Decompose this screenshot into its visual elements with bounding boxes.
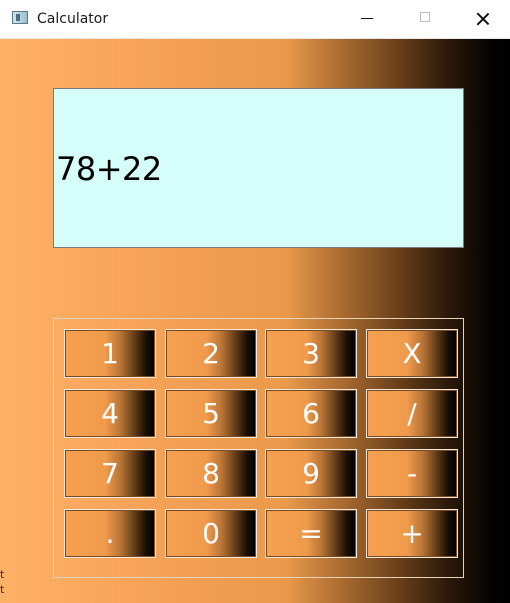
keypad: 1 2 3 X 4 5 6 / 7 8 9 - . 0 = + bbox=[53, 318, 464, 578]
key-6[interactable]: 6 bbox=[265, 389, 357, 438]
key-4[interactable]: 4 bbox=[64, 389, 156, 438]
key-subtract[interactable]: - bbox=[366, 449, 458, 498]
key-7[interactable]: 7 bbox=[64, 449, 156, 498]
minimize-button[interactable] bbox=[338, 0, 396, 38]
close-icon bbox=[476, 12, 490, 26]
edge-glyph: t bbox=[0, 568, 5, 581]
key-5[interactable]: 5 bbox=[165, 389, 257, 438]
key-divide[interactable]: / bbox=[366, 389, 458, 438]
key-9[interactable]: 9 bbox=[265, 449, 357, 498]
maximize-icon bbox=[420, 12, 430, 22]
key-1[interactable]: 1 bbox=[64, 329, 156, 378]
title-bar[interactable]: Calculator bbox=[0, 0, 510, 39]
calculator-body: 78+22 1 2 3 X 4 5 6 / 7 8 9 - . 0 = + t … bbox=[0, 39, 510, 603]
edge-glyph: t bbox=[0, 583, 5, 596]
key-add[interactable]: + bbox=[366, 509, 458, 558]
key-equals[interactable]: = bbox=[265, 509, 357, 558]
display-expression: 78+22 bbox=[56, 150, 162, 188]
key-multiply[interactable]: X bbox=[366, 329, 458, 378]
key-3[interactable]: 3 bbox=[265, 329, 357, 378]
minimize-icon bbox=[361, 18, 373, 19]
maximize-button[interactable] bbox=[396, 0, 454, 38]
key-decimal[interactable]: . bbox=[64, 509, 156, 558]
key-8[interactable]: 8 bbox=[165, 449, 257, 498]
window-title: Calculator bbox=[37, 11, 109, 27]
calculator-window: Calculator 78+22 1 2 3 X 4 5 6 / 7 8 9 -… bbox=[0, 0, 510, 603]
close-button[interactable] bbox=[454, 0, 510, 38]
calculator-display: 78+22 bbox=[53, 88, 464, 248]
key-0[interactable]: 0 bbox=[165, 509, 257, 558]
key-2[interactable]: 2 bbox=[165, 329, 257, 378]
app-icon bbox=[12, 11, 28, 24]
